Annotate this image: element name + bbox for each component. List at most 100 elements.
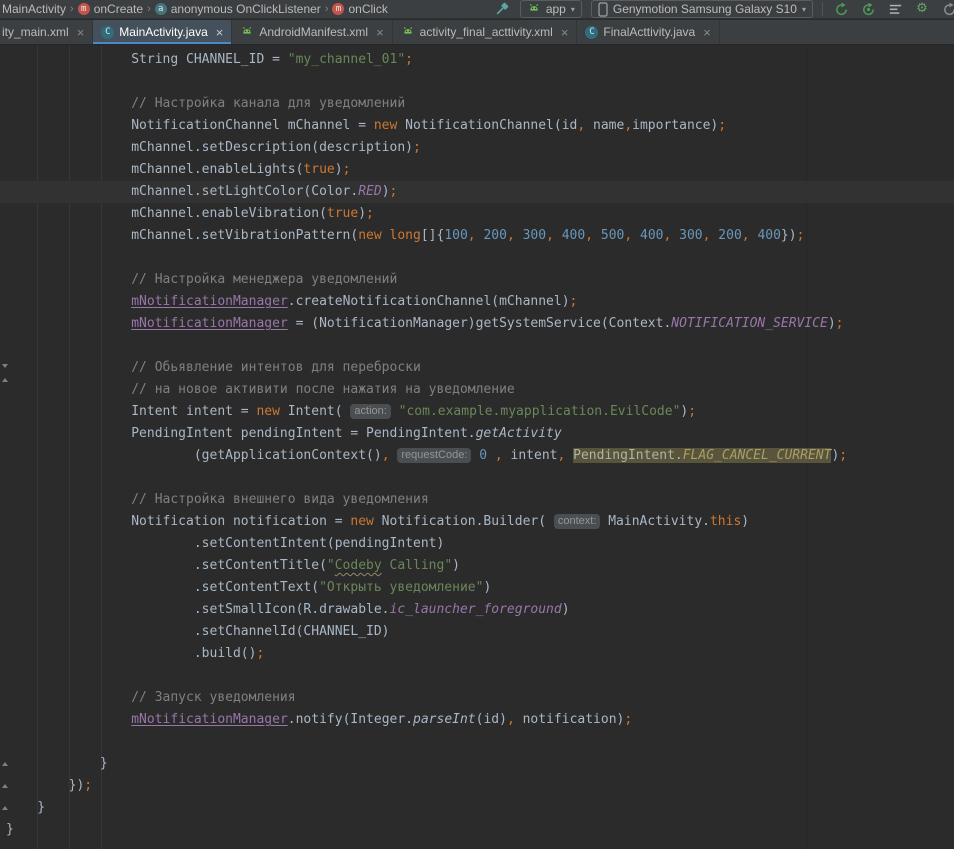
code-line <box>6 731 954 753</box>
device-selector[interactable]: Genymotion Samsung Galaxy S10 ▾ <box>591 0 813 18</box>
apply-changes-button[interactable] <box>832 0 850 18</box>
android-robot-icon <box>527 3 541 16</box>
code-line: } <box>6 797 954 819</box>
code-editor[interactable]: String CHANNEL_ID = "my_channel_01"; // … <box>0 46 954 849</box>
editor-tab-androidmanifest-xml[interactable]: AndroidManifest.xml× <box>232 20 392 44</box>
code-token: ; <box>836 316 844 331</box>
code-token: true <box>327 206 358 221</box>
navigation-breadcrumbs: MainActivity›monCreate›aanonymous OnClic… <box>2 2 388 16</box>
code-token: ; <box>343 162 351 177</box>
editor-tab-bar: ity_main.xml×CMainActivity.java×AndroidM… <box>0 20 954 45</box>
code-token: , <box>546 228 554 243</box>
code-token: = (NotificationManager)getSystemService(… <box>288 316 672 331</box>
tab-close-icon[interactable]: × <box>216 26 224 39</box>
code-token: } <box>6 800 45 815</box>
highlighted-token: FLAG_CANCEL_CURRENT <box>683 448 832 463</box>
code-token: 200 <box>483 228 506 243</box>
run-config-label: app <box>546 2 566 16</box>
editor-tab-ity-main-xml[interactable]: ity_main.xml× <box>0 20 93 44</box>
overflow-toolbar-button[interactable] <box>940 0 954 18</box>
code-token: notification) <box>515 712 625 727</box>
code-token: ) <box>828 316 836 331</box>
run-config-selector[interactable]: app ▾ <box>520 0 582 18</box>
code-token: 0 <box>479 448 487 463</box>
code-token: true <box>303 162 334 177</box>
code-token: // Настройка канала для уведомлений <box>6 96 405 111</box>
code-line <box>6 467 954 489</box>
code-line: } <box>6 819 954 841</box>
code-token <box>6 316 131 331</box>
chevron-down-icon: ▾ <box>571 5 575 14</box>
code-token: 400 <box>562 228 585 243</box>
code-token: mNotificationManager <box>131 316 288 331</box>
settings-gear-button[interactable]: ⚙ <box>913 0 931 18</box>
code-token: Intent intent = <box>6 404 256 419</box>
apply-changes-icon <box>834 2 849 17</box>
tab-close-icon[interactable]: × <box>376 26 384 39</box>
android-file-icon <box>240 26 254 39</box>
android-file-icon <box>401 26 415 39</box>
code-token <box>6 294 131 309</box>
code-token: Calling" <box>382 558 452 573</box>
editor-tab-finalacttivity-java[interactable]: CFinalActtivity.java× <box>577 20 719 44</box>
editor-tab-mainactivity-java[interactable]: CMainActivity.java× <box>93 20 232 44</box>
code-token: (getApplicationContext() <box>6 448 382 463</box>
breadcrumb-item-oncreate[interactable]: monCreate <box>78 2 143 16</box>
code-line <box>6 665 954 687</box>
code-token <box>390 448 398 463</box>
code-token: // Обьявление интентов для переброски <box>6 360 421 375</box>
code-line: .setContentIntent(pendingIntent) <box>6 533 954 555</box>
code-token <box>632 228 640 243</box>
editor-tab-activity-final-acttivity-xml[interactable]: activity_final_acttivity.xml × <box>393 20 578 44</box>
method-icon: m <box>332 3 344 15</box>
code-line: mChannel.setDescription(description); <box>6 137 954 159</box>
code-token: mChannel.setLightColor(Color. <box>6 184 358 199</box>
code-token: mChannel.enableVibration( <box>6 206 327 221</box>
code-line: Intent intent = new Intent( action: "com… <box>6 401 954 423</box>
code-token: new <box>358 228 381 243</box>
parameter-hint: action: <box>350 404 390 419</box>
code-token: ; <box>405 52 413 67</box>
code-line: mNotificationManager = (NotificationMana… <box>6 313 954 335</box>
code-token: 300 <box>679 228 702 243</box>
code-token: }) <box>781 228 797 243</box>
code-token: Codeby <box>335 558 382 573</box>
tab-close-icon[interactable]: × <box>77 26 85 39</box>
apply-code-changes-button[interactable] <box>859 0 877 18</box>
code-token: }) <box>6 778 84 793</box>
code-token: ) <box>452 558 460 573</box>
code-token: Notification notification = <box>6 514 350 529</box>
profiler-button[interactable] <box>886 0 904 18</box>
code-token: PendingIntent pendingIntent = PendingInt… <box>6 426 476 441</box>
code-token: NOTIFICATION_SERVICE <box>671 316 828 331</box>
tab-close-icon[interactable]: × <box>703 26 711 39</box>
gear-icon: ⚙ <box>916 0 928 18</box>
breadcrumb-item-mainactivity[interactable]: MainActivity <box>2 2 66 16</box>
build-project-button[interactable] <box>493 0 511 18</box>
code-token: importance) <box>632 118 718 133</box>
breadcrumb-item-anonymous-onclicklistener[interactable]: aanonymous OnClickListener <box>155 2 321 16</box>
breadcrumb-separator-icon: › <box>325 3 329 15</box>
code-token: NotificationChannel mChannel = <box>6 118 374 133</box>
code-token: mNotificationManager <box>131 294 288 309</box>
code-token: String CHANNEL_ID = <box>6 52 288 67</box>
tab-label: activity_final_acttivity.xml <box>420 25 553 39</box>
code-token: this <box>710 514 741 529</box>
code-token: parseInt <box>413 712 476 727</box>
tab-close-icon[interactable]: × <box>561 26 569 39</box>
code-line: // Обьявление интентов для переброски <box>6 357 954 379</box>
breadcrumb-item-onclick[interactable]: monClick <box>332 2 387 16</box>
code-token: mNotificationManager <box>131 712 288 727</box>
code-line: // на новое активити после нажатия на ув… <box>6 379 954 401</box>
code-token <box>487 448 495 463</box>
parameter-hint: context: <box>554 514 601 529</box>
code-token <box>6 712 131 727</box>
code-token: long <box>390 228 421 243</box>
code-token: ; <box>839 448 847 463</box>
tab-label: MainActivity.java <box>119 25 207 39</box>
code-line: .setContentTitle("Codeby Calling") <box>6 555 954 577</box>
code-line: .build(); <box>6 643 954 665</box>
code-token: .setSmallIcon(R.drawable. <box>6 602 390 617</box>
code-token: .setContentText( <box>6 580 319 595</box>
phone-icon <box>598 2 608 17</box>
